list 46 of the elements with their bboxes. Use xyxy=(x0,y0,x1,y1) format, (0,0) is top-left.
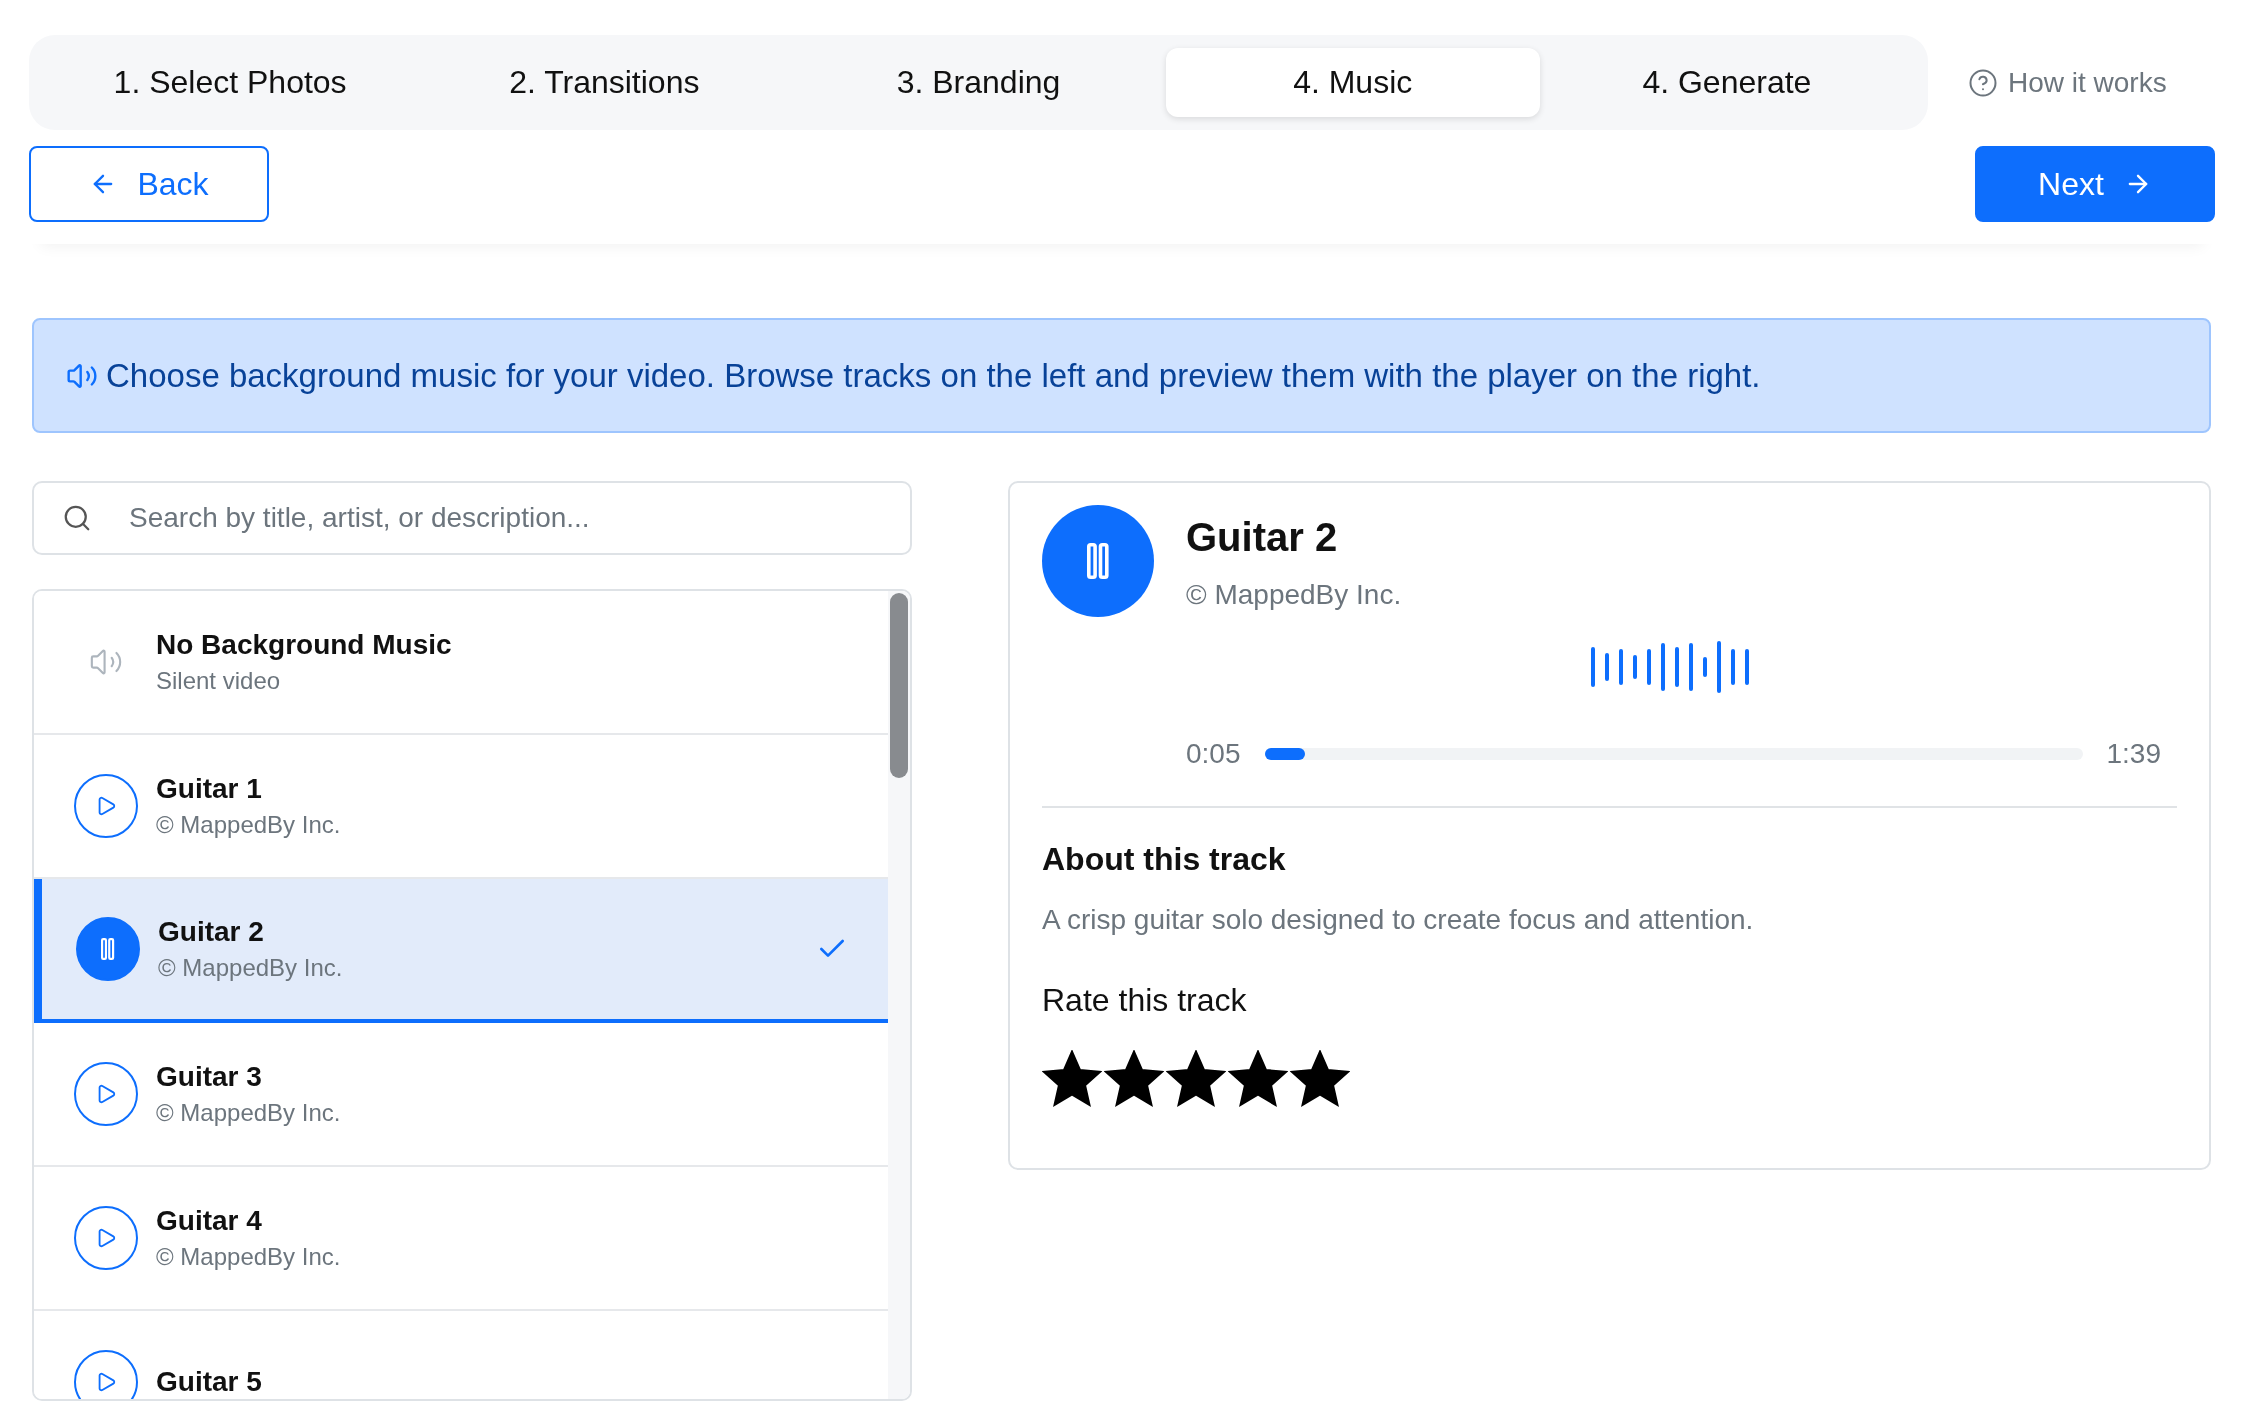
track-title: Guitar 1 xyxy=(156,773,263,805)
player-title: Guitar 2 xyxy=(1186,515,1339,560)
step-tab[interactable]: 4. Music xyxy=(1165,48,1540,117)
help-icon xyxy=(1968,67,1998,98)
search-icon xyxy=(62,503,92,533)
star-icon[interactable] xyxy=(1228,1050,1288,1108)
track-subtitle: © MappedBy Inc. xyxy=(156,811,342,839)
step-tab[interactable]: 4. Generate xyxy=(1539,48,1914,117)
progress-track[interactable] xyxy=(1264,748,2083,760)
track-subtitle: © MappedBy Inc. xyxy=(156,1243,342,1271)
play-button[interactable] xyxy=(74,1350,138,1399)
player-subtitle: © MappedBy Inc. xyxy=(1186,579,1403,611)
track-title: Guitar 3 xyxy=(156,1061,263,1093)
star-icon[interactable] xyxy=(1104,1050,1164,1108)
track-title: Guitar 5 xyxy=(156,1366,263,1398)
play-button[interactable] xyxy=(74,1062,138,1126)
track-row[interactable]: Guitar 2 © MappedBy Inc. xyxy=(34,879,888,1023)
step-tab[interactable]: 3. Branding xyxy=(791,48,1166,117)
back-button[interactable]: Back xyxy=(29,146,269,222)
pause-icon xyxy=(101,938,115,960)
track-subtitle: © MappedBy Inc. xyxy=(156,1099,342,1127)
track-subtitle: © MappedBy Inc. xyxy=(158,954,344,982)
elapsed-time: 0:05 xyxy=(1186,738,1241,770)
next-button[interactable]: Next xyxy=(1975,146,2215,222)
scrollbar-thumb[interactable] xyxy=(890,593,908,778)
search-field[interactable]: Search by title, artist, or description... xyxy=(32,481,912,555)
play-button[interactable] xyxy=(74,1206,138,1270)
star-icon[interactable] xyxy=(1042,1050,1102,1108)
play-button[interactable] xyxy=(74,774,138,838)
info-banner-text: Choose background music for your video. Browse tracks on the left and preview them with the player on the right. xyxy=(106,356,1761,395)
star-icon[interactable] xyxy=(1166,1050,1226,1108)
track-title: No Background Music xyxy=(156,629,453,661)
how-it-works-link[interactable]: How it works xyxy=(1968,66,2167,99)
track-title: Guitar 2 xyxy=(158,916,265,948)
pause-button[interactable] xyxy=(76,917,140,981)
about-heading: About this track xyxy=(1042,841,1287,878)
step-tab[interactable]: 1. Select Photos xyxy=(43,48,418,117)
track-row[interactable]: No Background Music Silent video xyxy=(34,591,888,735)
rating-label: Rate this track xyxy=(1042,982,1248,1019)
track-subtitle: Silent video xyxy=(156,667,282,695)
track-title: Guitar 4 xyxy=(156,1205,263,1237)
track-description: A crisp guitar solo designed to create focus and attention. xyxy=(1042,904,1755,936)
step-tab[interactable]: 2. Transitions xyxy=(417,48,792,117)
pause-icon xyxy=(1087,543,1109,579)
duration-time: 1:39 xyxy=(2106,738,2161,770)
star-icon[interactable] xyxy=(1290,1050,1350,1108)
